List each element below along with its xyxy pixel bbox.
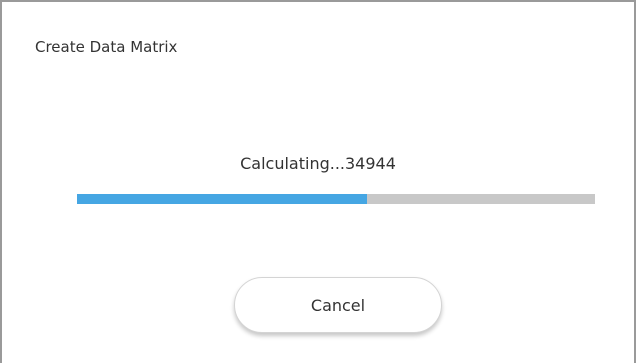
cancel-button[interactable]: Cancel — [234, 277, 442, 333]
progress-status-text: Calculating...34944 — [240, 154, 396, 173]
progress-bar-fill — [77, 194, 368, 204]
dialog-title: Create Data Matrix — [35, 38, 178, 56]
create-data-matrix-dialog: Create Data Matrix Calculating...34944 C… — [0, 0, 636, 363]
progress-bar — [77, 194, 595, 204]
